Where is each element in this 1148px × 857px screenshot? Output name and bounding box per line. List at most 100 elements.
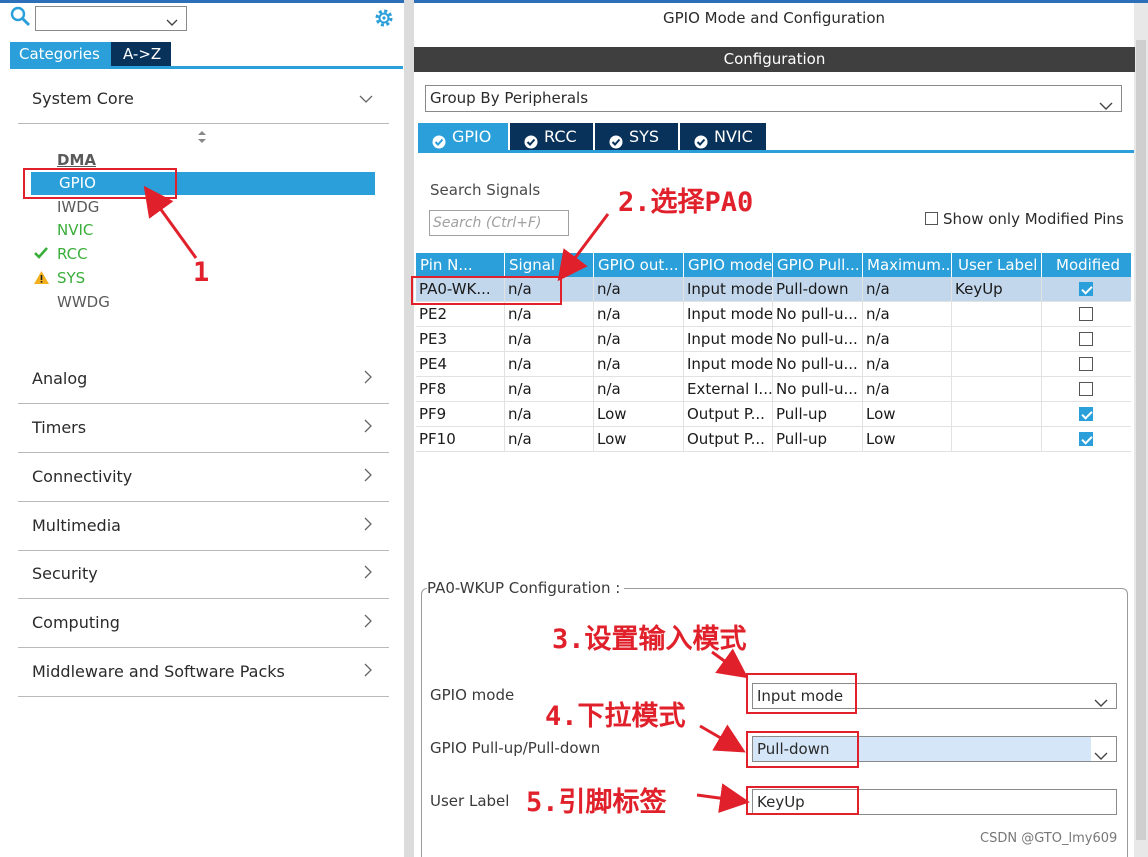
- column-header-signal[interactable]: Signal ...: [505, 253, 594, 277]
- annotation-step-1: 1: [193, 257, 210, 288]
- cell-gpio-mode: Input mode: [684, 277, 773, 302]
- category-computing[interactable]: Computing: [18, 599, 389, 648]
- chevron-down-icon[interactable]: [1099, 94, 1113, 119]
- system-core-item-sys[interactable]: SYS: [57, 267, 85, 290]
- annotation-box-user-label: [746, 786, 859, 815]
- cell-gpio-output: n/a: [594, 277, 684, 302]
- tab-categories[interactable]: Categories: [10, 42, 111, 66]
- column-header-gpio-mode[interactable]: GPIO mode: [684, 253, 773, 277]
- modified-checkbox-icon[interactable]: [1079, 382, 1093, 396]
- chevron-down-icon[interactable]: [166, 13, 178, 31]
- tab-rcc[interactable]: RCC: [510, 123, 593, 150]
- category-label: Timers: [32, 418, 87, 437]
- checkbox-icon[interactable]: [925, 212, 938, 225]
- cell-pin-name: PE2: [416, 302, 505, 327]
- category-connectivity[interactable]: Connectivity: [18, 453, 389, 502]
- cell-gpio-mode: Input mode: [684, 352, 773, 377]
- category-middleware[interactable]: Middleware and Software Packs: [18, 648, 389, 697]
- gpio-mode-label: GPIO mode: [430, 686, 515, 704]
- column-header-modified[interactable]: Modified: [1042, 253, 1131, 277]
- cell-gpio-output: Low: [594, 427, 684, 452]
- annotation-step-3: 3.设置输入模式: [552, 624, 747, 655]
- system-core-item-nvic[interactable]: NVIC: [57, 219, 93, 242]
- cell-maximum: n/a: [863, 352, 952, 377]
- cell-signal: n/a: [505, 402, 594, 427]
- tab-label: GPIO: [452, 127, 492, 146]
- cell-maximum: Low: [863, 427, 952, 452]
- cell-user-label: [952, 327, 1042, 352]
- modified-checkbox-icon[interactable]: [1079, 432, 1093, 446]
- right-panel-top-border: [414, 0, 1148, 3]
- category-label: Security: [32, 564, 98, 583]
- column-header-maximum[interactable]: Maximum...: [863, 253, 952, 277]
- header-label: Pin N...: [420, 256, 473, 274]
- show-modified-pins-checkbox[interactable]: Show only Modified Pins: [925, 210, 1124, 228]
- column-header-pin-name[interactable]: Pin N...: [416, 253, 505, 277]
- category-timers[interactable]: Timers: [18, 404, 389, 453]
- system-core-item-iwdg[interactable]: IWDG: [57, 196, 99, 219]
- cell-gpio-mode: Output P...: [684, 402, 773, 427]
- column-header-user-label[interactable]: User Label: [952, 253, 1042, 277]
- scrollbar-thumb[interactable]: [1136, 40, 1146, 840]
- cell-user-label: [952, 377, 1042, 402]
- tab-gpio[interactable]: GPIO: [418, 123, 508, 150]
- column-header-gpio-output[interactable]: GPIO out...: [594, 253, 684, 277]
- category-system-core[interactable]: System Core: [18, 75, 389, 124]
- cell-gpio-mode: Input mode: [684, 302, 773, 327]
- cell-gpio-output: n/a: [594, 327, 684, 352]
- annotation-step-5: 5.引脚标签: [526, 787, 667, 818]
- modified-checkbox-icon[interactable]: [1079, 332, 1093, 346]
- modified-checkbox-icon[interactable]: [1079, 307, 1093, 321]
- cell-gpio-mode: Output P...: [684, 427, 773, 452]
- table-row[interactable]: PE3 n/a n/a Input mode No pull-u... n/a: [416, 327, 1131, 352]
- search-signals-input[interactable]: Search (Ctrl+F): [429, 210, 569, 236]
- tab-a-to-z[interactable]: A->Z: [111, 42, 171, 66]
- modified-checkbox-icon[interactable]: [1079, 282, 1093, 296]
- category-analog[interactable]: Analog: [18, 355, 389, 404]
- cell-gpio-mode: Input mode: [684, 327, 773, 352]
- column-header-gpio-pull[interactable]: GPIO Pull...: [773, 253, 863, 277]
- category-multimedia[interactable]: Multimedia: [18, 502, 389, 551]
- cell-maximum: n/a: [863, 377, 952, 402]
- tab-nvic[interactable]: NVIC: [680, 123, 766, 150]
- category-label: Analog: [32, 369, 88, 388]
- panel-splitter[interactable]: [404, 0, 414, 857]
- system-core-item-wwdg[interactable]: WWDG: [57, 291, 110, 314]
- chevron-down-icon[interactable]: [1094, 744, 1108, 768]
- cell-maximum: Low: [863, 402, 952, 427]
- cell-user-label: [952, 302, 1042, 327]
- modified-checkbox-icon[interactable]: [1079, 357, 1093, 371]
- cell-gpio-pull: Pull-up: [773, 402, 863, 427]
- table-row[interactable]: PE2 n/a n/a Input mode No pull-u... n/a: [416, 302, 1131, 327]
- cell-user-label: [952, 352, 1042, 377]
- modified-checkbox-icon[interactable]: [1079, 407, 1093, 421]
- search-icon[interactable]: [10, 6, 32, 28]
- category-search-combo[interactable]: [35, 6, 187, 31]
- chevron-down-icon[interactable]: [1094, 691, 1108, 715]
- category-security[interactable]: Security: [18, 550, 389, 599]
- search-signals-label: Search Signals: [430, 181, 541, 199]
- sort-icon[interactable]: [196, 130, 208, 148]
- cell-signal: n/a: [505, 302, 594, 327]
- table-row[interactable]: PF8 n/a n/a External I... No pull-u... n/a: [416, 377, 1131, 402]
- annotation-box-gpio: [23, 168, 177, 199]
- chevron-right-icon: [364, 565, 373, 583]
- chevron-right-icon: [364, 517, 373, 535]
- cell-gpio-pull: No pull-u...: [773, 302, 863, 327]
- tab-sys[interactable]: SYS: [595, 123, 678, 150]
- table-row[interactable]: PF9 n/a Low Output P... Pull-up Low: [416, 402, 1131, 427]
- group-by-select[interactable]: Group By Peripherals: [425, 85, 1122, 112]
- gear-icon[interactable]: [373, 7, 395, 29]
- tabs-underline: [418, 150, 1134, 153]
- left-panel-top-border: [0, 0, 404, 3]
- chevron-right-icon: [364, 614, 373, 632]
- table-row[interactable]: PF10 n/a Low Output P... Pull-up Low: [416, 427, 1131, 452]
- table-row[interactable]: PE4 n/a n/a Input mode No pull-u... n/a: [416, 352, 1131, 377]
- cell-signal: n/a: [505, 377, 594, 402]
- configuration-header: Configuration: [414, 47, 1135, 72]
- cell-gpio-pull: No pull-u...: [773, 352, 863, 377]
- warning-icon: [33, 270, 50, 289]
- cell-pin-name: PF9: [416, 402, 505, 427]
- system-core-item-rcc[interactable]: RCC: [57, 243, 88, 266]
- table-header: Pin N... Signal ... GPIO out... GPIO mod…: [416, 253, 1131, 277]
